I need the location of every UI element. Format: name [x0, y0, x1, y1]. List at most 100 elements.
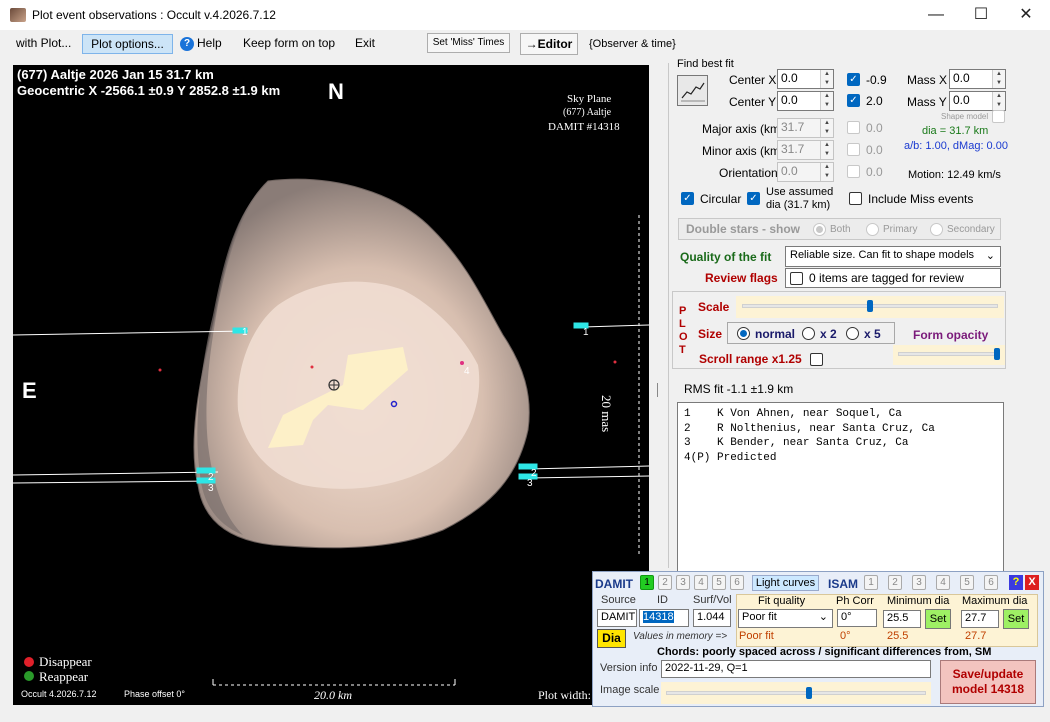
legend-disappear-dot [24, 657, 34, 667]
chord-label-3a: 3 [208, 483, 214, 494]
editor-button[interactable]: →Editor [520, 33, 578, 55]
review-flags-checkbox[interactable] [790, 272, 803, 285]
menu-keep-on-top[interactable]: Keep form on top [240, 34, 338, 54]
source-label: Source [601, 594, 636, 606]
isam-model-2[interactable]: 2 [888, 575, 902, 590]
list-item[interactable]: 1 K Von Ahnen, near Soquel, Ca [684, 407, 997, 422]
size-x5-label: x 5 [864, 327, 881, 341]
max-dia-field[interactable]: 27.7 [961, 610, 999, 628]
mass-x-label: Mass X [907, 73, 948, 87]
chord-list[interactable]: 1 K Von Ahnen, near Soquel, Ca 2 R Nolthe… [677, 402, 1004, 574]
menu-help[interactable]: Help [194, 34, 225, 54]
damit-model-4[interactable]: 4 [694, 575, 708, 590]
scale-slider[interactable] [736, 296, 1004, 318]
center-y-checkbox[interactable]: ✓ [847, 94, 860, 107]
size-x5-radio[interactable] [846, 327, 859, 340]
dia-text: dia = 31.7 km [922, 125, 989, 137]
minimize-button[interactable]: — [913, 0, 959, 30]
isam-model-3[interactable]: 3 [912, 575, 926, 590]
circular-checkbox[interactable]: ✓ [681, 192, 694, 205]
asteroid-label: (677) Aaltje [563, 107, 612, 118]
minor-axis-input[interactable]: 31.7 ▲ ▼ [777, 140, 834, 160]
maximize-button[interactable]: ☐ [958, 0, 1004, 30]
major-axis-input[interactable]: 31.7 ▲ ▼ [777, 118, 834, 138]
center-x-checkbox[interactable]: ✓ [847, 73, 860, 86]
min-dia-memory: 25.5 [887, 630, 909, 642]
menu-plot-options[interactable]: Plot options... [82, 34, 173, 54]
chord-3-right [527, 475, 649, 479]
scale-label: Scale [698, 300, 730, 314]
close-button[interactable]: ✕ [1003, 0, 1049, 30]
surf-vol-field[interactable]: 1.044 [693, 609, 731, 627]
damit-help-button[interactable]: ? [1009, 575, 1023, 590]
damit-model-2[interactable]: 2 [658, 575, 672, 590]
splitter-grip[interactable] [657, 383, 658, 397]
light-curves-button[interactable]: Light curves [752, 575, 819, 591]
opacity-slider-thumb[interactable] [993, 348, 1000, 360]
max-dia-set-button[interactable]: Set [1003, 609, 1029, 629]
minor-axis-checkbox[interactable] [847, 143, 860, 156]
mas-scale-label: 20 mas [599, 395, 614, 433]
double-both-radio[interactable] [813, 223, 826, 236]
phase-offset: Phase offset 0° [124, 689, 185, 699]
double-primary-radio[interactable] [866, 223, 879, 236]
damit-model-6[interactable]: 6 [730, 575, 744, 590]
major-axis-checkbox[interactable] [847, 121, 860, 134]
image-scale-slider[interactable] [661, 682, 931, 704]
isam-model-5[interactable]: 5 [960, 575, 974, 590]
plot-header-line2: Geocentric X -2566.1 ±0.9 Y 2852.8 ±1.9 … [17, 83, 281, 98]
list-item[interactable]: 4(P) Predicted [684, 451, 997, 466]
ph-corr-field[interactable]: 0° [837, 609, 877, 627]
fit-quality-dropdown[interactable]: Poor fit ⌄ [738, 609, 833, 628]
damit-model-3[interactable]: 3 [676, 575, 690, 590]
orientation-input[interactable]: 0.0 ▲ ▼ [777, 162, 834, 182]
source-field[interactable]: DAMIT [597, 609, 637, 627]
isam-model-1[interactable]: 1 [864, 575, 878, 590]
damit-model-1[interactable]: 1 [640, 575, 654, 590]
min-dia-set-button[interactable]: Set [925, 609, 951, 629]
save-update-button[interactable]: Save/update model 14318 [940, 660, 1036, 704]
mass-y-input[interactable]: 0.0 ▲ ▼ [949, 91, 1006, 111]
damit-title: DAMIT [595, 577, 633, 591]
min-dia-field[interactable]: 25.5 [883, 610, 921, 628]
list-item[interactable]: 3 K Bender, near Santa Cruz, Ca [684, 436, 997, 451]
size-x2-radio[interactable] [802, 327, 815, 340]
quality-dropdown[interactable]: Reliable size. Can fit to shape models ⌄ [785, 246, 1001, 267]
center-x-input[interactable]: 0.0 ▲ ▼ [777, 69, 834, 89]
help-icon[interactable]: ? [180, 37, 194, 51]
scroll-range-checkbox[interactable] [810, 353, 823, 366]
menu-with-plot[interactable]: with Plot... [13, 34, 74, 54]
scale-slider-thumb[interactable] [867, 300, 873, 312]
size-normal-radio[interactable] [737, 327, 750, 340]
shape-model-label: Shape model [941, 112, 989, 121]
chord-2-right [527, 465, 649, 470]
id-field[interactable]: 14318 [639, 609, 689, 627]
dia-button[interactable]: Dia [597, 629, 626, 648]
double-stars-label: Double stars - show [686, 222, 801, 236]
isam-model-6[interactable]: 6 [984, 575, 998, 590]
motion-text: Motion: 12.49 km/s [908, 169, 1001, 181]
sky-plane-plot[interactable]: (677) Aaltje 2026 Jan 15 31.7 km Geocent… [13, 65, 649, 705]
use-assumed-checkbox[interactable]: ✓ [747, 192, 760, 205]
isam-model-4[interactable]: 4 [936, 575, 950, 590]
mass-x-input[interactable]: 0.0 ▲ ▼ [949, 69, 1006, 89]
chord-label-1a: 1 [242, 327, 248, 338]
orientation-checkbox[interactable] [847, 165, 860, 178]
list-item[interactable]: 2 R Nolthenius, near Santa Cruz, Ca [684, 422, 997, 437]
include-miss-checkbox[interactable] [849, 192, 862, 205]
opacity-slider[interactable] [893, 345, 1005, 365]
menu-exit[interactable]: Exit [352, 34, 378, 54]
double-secondary-radio[interactable] [930, 223, 943, 236]
center-y-fit-value: 2.0 [866, 94, 883, 108]
best-fit-button[interactable] [677, 75, 708, 106]
shape-model-checkbox[interactable] [992, 110, 1005, 123]
image-scale-slider-thumb[interactable] [806, 687, 812, 699]
damit-model-5[interactable]: 5 [712, 575, 726, 590]
damit-close-button[interactable]: X [1025, 575, 1039, 590]
set-miss-times-button[interactable]: Set 'Miss' Times [427, 33, 510, 53]
center-x-label: Center X [729, 73, 777, 87]
minor-axis-label: Minor axis (km) [702, 144, 785, 158]
center-y-input[interactable]: 0.0 ▲ ▼ [777, 91, 834, 111]
size-normal-label: normal [755, 327, 796, 341]
version-info-field[interactable]: 2022-11-29, Q=1 [661, 660, 931, 678]
